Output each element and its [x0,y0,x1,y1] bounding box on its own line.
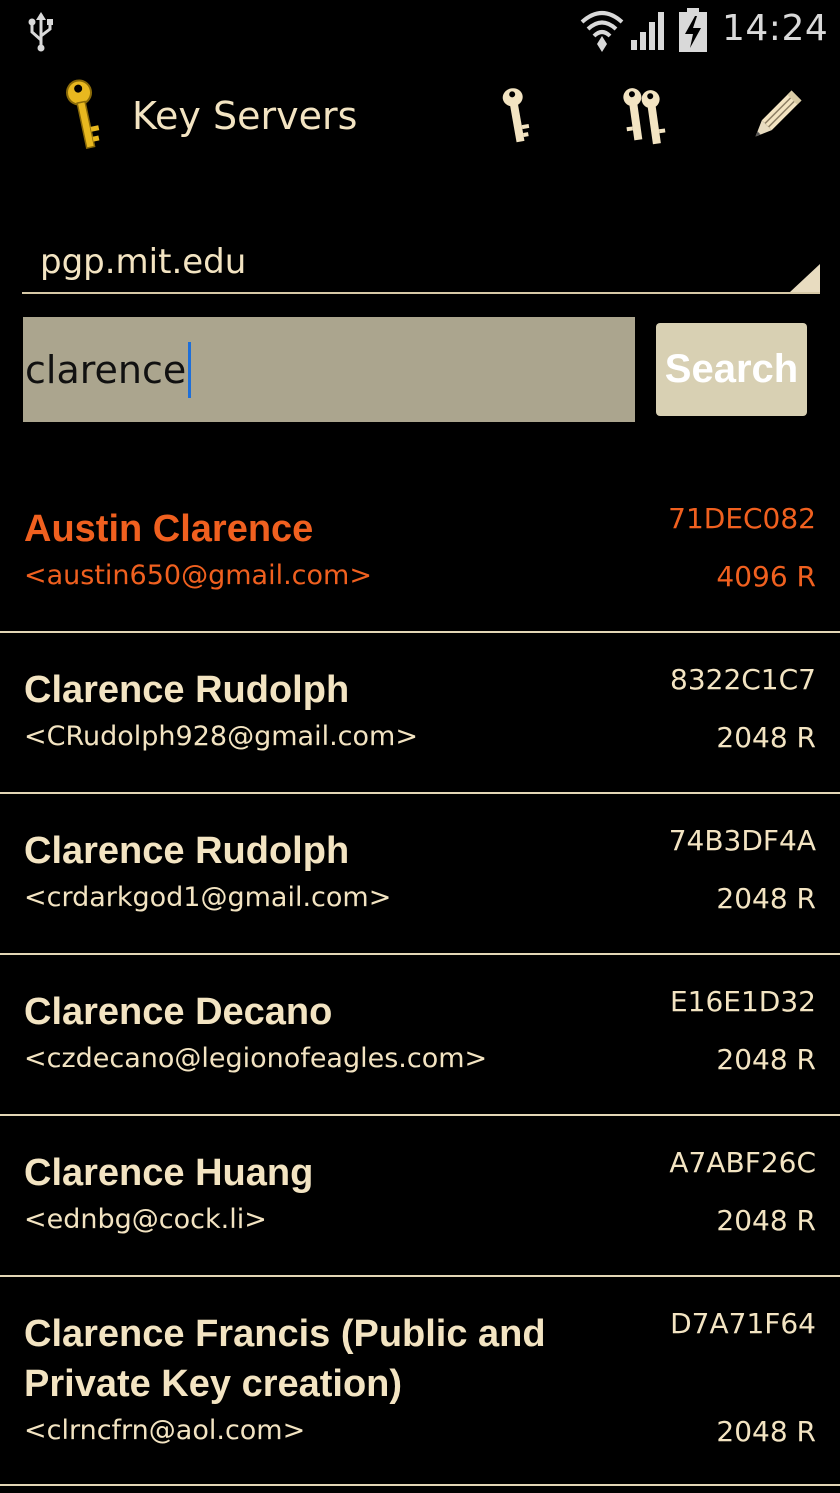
key-owner-name: Clarence Decano [24,991,333,1033]
key-size: 2048 R [716,1204,816,1237]
key-owner-name: Clarence Huang [24,1152,314,1194]
key-owner-name: Austin Clarence [24,508,314,550]
pencil-icon[interactable] [736,76,816,156]
key-id: 74B3DF4A [668,824,816,857]
action-bar: Key Servers [0,62,840,172]
search-input[interactable]: clarence [23,317,635,422]
battery-charging-icon [678,8,708,57]
key-id: A7ABF26C [669,1146,816,1179]
key-id: E16E1D32 [669,985,816,1018]
keys-icon[interactable] [604,76,684,156]
list-item[interactable]: Clarence Rudolph <crdarkgod1@gmail.com> … [0,794,840,955]
dropdown-arrow-icon [790,264,820,292]
key-size: 2048 R [716,1415,816,1448]
key-id: 71DEC082 [668,502,816,535]
keyserver-dropdown[interactable]: pgp.mit.edu [22,232,820,294]
wifi-icon [580,8,624,57]
clock: 14:24 [722,8,829,49]
key-icon[interactable] [476,76,556,156]
key-id: D7A71F64 [670,1307,816,1340]
key-size: 4096 R [716,560,816,593]
gold-key-icon[interactable] [60,78,108,159]
key-size: 2048 R [716,1043,816,1076]
key-owner-email: <czdecano@legionofeagles.com> [24,1043,488,1074]
list-item[interactable]: Clarence Huang <ednbg@cock.li> A7ABF26C … [0,1116,840,1277]
key-owner-email: <clrncfrn@aol.com> [24,1415,306,1446]
status-bar: 14:24 [0,0,840,62]
list-item[interactable]: Clarence Rudolph <CRudolph928@gmail.com>… [0,633,840,794]
key-owner-email: <crdarkgod1@gmail.com> [24,882,392,913]
signal-icon [630,10,668,55]
key-owner-email: <CRudolph928@gmail.com> [24,721,418,752]
key-owner-name: Clarence Francis (Public and Private Key… [24,1313,546,1405]
text-caret [188,341,192,398]
search-input-value: clarence [25,347,187,392]
results-list: Austin Clarence <austin650@gmail.com> 71… [0,472,840,1486]
key-owner-email: <ednbg@cock.li> [24,1204,267,1235]
list-item[interactable]: Clarence Francis (Public and Private Key… [0,1277,840,1486]
key-owner-name: Clarence Rudolph [24,830,350,872]
key-owner-name: Clarence Rudolph [24,669,350,711]
key-owner-email: <austin650@gmail.com> [24,560,372,591]
page-title: Key Servers [132,94,358,138]
usb-icon [26,10,56,57]
keyserver-value: pgp.mit.edu [40,242,247,282]
list-item[interactable]: Austin Clarence <austin650@gmail.com> 71… [0,472,840,633]
list-item[interactable]: Clarence Decano <czdecano@legionofeagles… [0,955,840,1116]
search-button[interactable]: Search [656,323,807,416]
key-size: 2048 R [716,721,816,754]
key-size: 2048 R [716,882,816,915]
key-id: 8322C1C7 [670,663,816,696]
